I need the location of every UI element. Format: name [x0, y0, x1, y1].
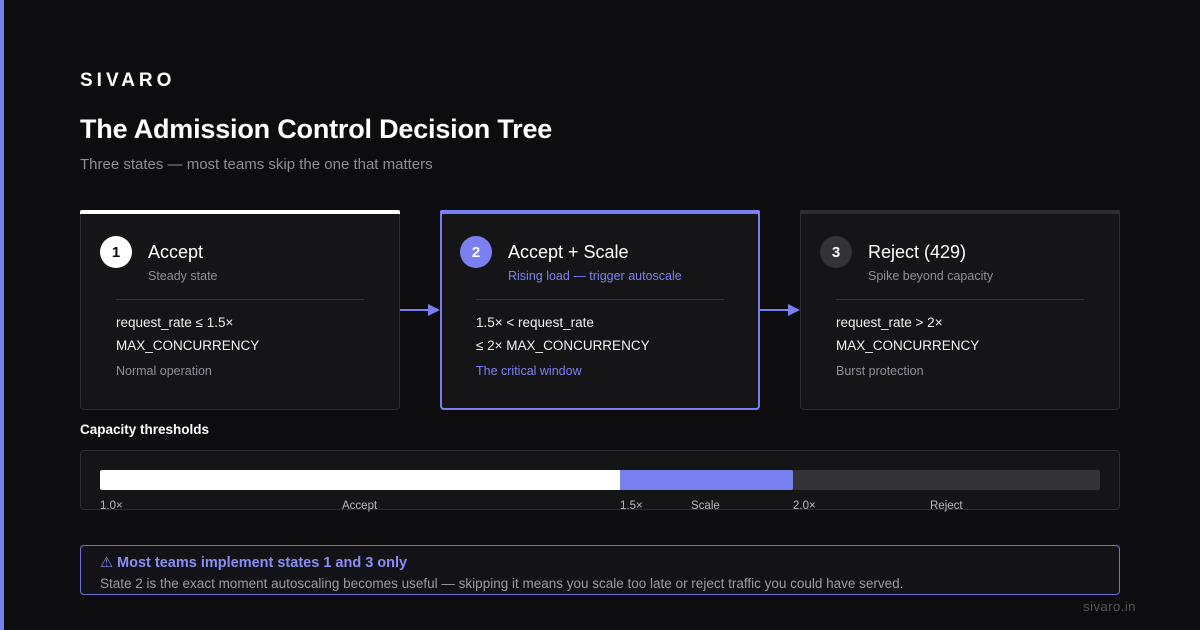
left-accent-bar: [0, 0, 4, 630]
warning-title: ⚠ Most teams implement states 1 and 3 on…: [100, 555, 408, 571]
state-condition: request_rate > 2× MAX_CONCURRENCY: [836, 311, 979, 357]
thresholds-panel: 1.0× Accept 1.5× Scale 2.0× Reject: [80, 450, 1120, 512]
warning-body: State 2 is the exact moment autoscaling …: [100, 576, 904, 591]
condition-line: request_rate > 2×: [836, 315, 943, 330]
state-number-badge: 3: [820, 236, 852, 268]
card-divider: [116, 299, 364, 300]
card-top-bar: [440, 210, 760, 214]
condition-line: MAX_CONCURRENCY: [116, 338, 260, 353]
arrow-right-icon: [400, 304, 440, 316]
state-card-accept-scale: 2 Accept + Scale Rising load — trigger a…: [440, 210, 760, 410]
state-subtitle: Rising load — trigger autoscale: [508, 269, 682, 283]
state-note: The critical window: [476, 364, 582, 378]
card-divider: [476, 299, 724, 300]
state-card-accept: 1 Accept Steady state request_rate ≤ 1.5…: [80, 210, 400, 410]
state-title: Reject (429): [868, 242, 967, 262]
page-title: The Admission Control Decision Tree: [80, 114, 553, 144]
condition-line: MAX_CONCURRENCY: [836, 338, 980, 353]
footer-url: sivaro.in: [1083, 599, 1136, 614]
tick-label: 1.5×: [620, 500, 643, 512]
state-note: Normal operation: [116, 364, 212, 378]
threshold-track: [100, 470, 1100, 490]
arrow-right-icon: [760, 304, 800, 316]
tick-label: 2.0×: [793, 500, 816, 512]
state-card-reject: 3 Reject (429) Spike beyond capacity req…: [800, 210, 1120, 410]
threshold-segment-scale: [620, 470, 793, 490]
state-number-badge: 1: [100, 236, 132, 268]
condition-line: 1.5× < request_rate: [476, 315, 594, 330]
condition-line: ≤ 2× MAX_CONCURRENCY: [476, 338, 650, 353]
state-number-badge: 2: [460, 236, 492, 268]
card-top-bar: [800, 210, 1120, 214]
state-title: Accept: [148, 242, 204, 262]
threshold-segment-accept: [100, 470, 620, 490]
condition-line: request_rate ≤ 1.5×: [116, 315, 234, 330]
card-top-bar: [80, 210, 400, 214]
brand-logo: SIVARO: [80, 70, 176, 91]
state-condition: 1.5× < request_rate ≤ 2× MAX_CONCURRENCY: [476, 311, 650, 357]
tick-label: 1.0×: [100, 500, 123, 512]
state-title: Accept + Scale: [508, 242, 629, 262]
tick-label: Scale: [691, 500, 720, 512]
tick-label: Accept: [342, 500, 378, 512]
warning-callout: ⚠ Most teams implement states 1 and 3 on…: [80, 545, 1120, 595]
tick-label: Reject: [930, 500, 963, 512]
thresholds-heading: Capacity thresholds: [80, 422, 210, 437]
state-subtitle: Spike beyond capacity: [868, 269, 994, 283]
page-subtitle: Three states — most teams skip the one t…: [80, 156, 433, 173]
card-divider: [836, 299, 1084, 300]
state-condition: request_rate ≤ 1.5× MAX_CONCURRENCY: [116, 311, 259, 357]
state-note: Burst protection: [836, 364, 924, 378]
state-subtitle: Steady state: [148, 269, 218, 283]
